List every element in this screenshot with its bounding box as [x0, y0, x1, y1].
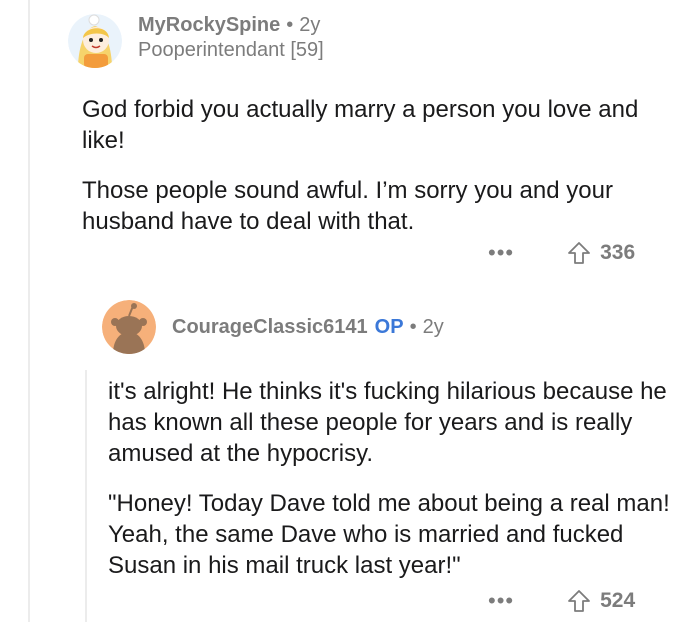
comment-body: it's alright! He thinks it's fucking hil…	[102, 376, 678, 581]
upvote-button[interactable]: 524	[566, 588, 635, 614]
comment-body: God forbid you actually marry a person y…	[68, 94, 672, 237]
username[interactable]: CourageClassic6141	[172, 316, 368, 339]
thread-line[interactable]	[28, 0, 30, 622]
vote-score: 336	[600, 241, 636, 264]
user-flair: Pooperintendant [59]	[138, 39, 324, 61]
user-avatar[interactable]	[102, 300, 156, 354]
comment-actions: ••• 336	[488, 240, 635, 266]
separator-dot: •	[409, 316, 417, 338]
more-options-icon[interactable]: •••	[488, 242, 514, 264]
default-snoo-avatar-icon	[102, 300, 156, 354]
comment-header: MyRockySpine • 2y Pooperintendant [59]	[68, 14, 678, 68]
vote-score: 524	[600, 589, 636, 612]
comment-paragraph: Those people sound awful. I’m sorry you …	[82, 177, 613, 235]
username[interactable]: MyRockySpine	[138, 14, 280, 37]
comment-age: 2y	[299, 14, 321, 36]
upvote-button[interactable]: 336	[566, 240, 635, 266]
comment-actions: ••• 524	[488, 588, 635, 614]
comment-myrockyspine: MyRockySpine • 2y Pooperintendant [59] G…	[68, 14, 678, 237]
separator-dot: •	[286, 14, 294, 36]
snoo-avatar-icon	[68, 14, 122, 68]
comment-meta: CourageClassic6141 OP • 2y	[172, 316, 444, 339]
comment-paragraph: it's alright! He thinks it's fucking hil…	[108, 378, 667, 467]
user-avatar[interactable]	[68, 14, 122, 68]
more-options-icon[interactable]: •••	[488, 590, 514, 612]
reply-thread-line[interactable]	[85, 370, 87, 622]
upvote-arrow-icon	[568, 242, 591, 264]
op-badge: OP	[374, 316, 404, 338]
comment-paragraph: God forbid you actually marry a person y…	[82, 96, 639, 154]
comment-courageclassic6141: CourageClassic6141 OP • 2y it's alright!…	[102, 300, 680, 581]
upvote-arrow-icon	[568, 590, 591, 612]
comment-age: 2y	[422, 316, 444, 338]
comment-meta: MyRockySpine • 2y Pooperintendant [59]	[138, 14, 324, 62]
comment-paragraph: "Honey! Today Dave told me about being a…	[108, 490, 670, 579]
comment-header: CourageClassic6141 OP • 2y	[102, 300, 680, 354]
